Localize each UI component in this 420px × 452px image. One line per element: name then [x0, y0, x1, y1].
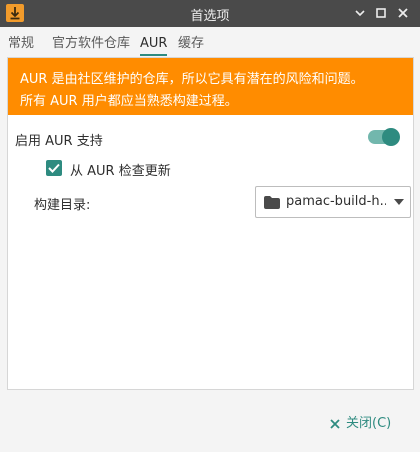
build-dir-value: pamac-build-h...: [286, 194, 386, 209]
aur-settings-panel: AUR 是由社区维护的仓库，所以它具有潜在的风险和问题。 所有 AUR 用户都应…: [7, 57, 414, 390]
check-updates-checkbox[interactable]: [46, 160, 62, 176]
build-dir-chooser[interactable]: pamac-build-h...: [255, 186, 411, 218]
close-button[interactable]: 关闭(C): [330, 414, 391, 434]
close-icon: [330, 419, 340, 429]
checkmark-icon: [48, 163, 60, 173]
tab-aur[interactable]: AUR: [140, 32, 168, 56]
warning-line-2: 所有 AUR 用户都应当熟悉构建过程。: [20, 94, 238, 109]
tab-official-repos[interactable]: 官方软件仓库: [52, 32, 130, 56]
title-bar[interactable]: 首选项: [0, 0, 420, 27]
aur-support-label: 启用 AUR 支持: [15, 134, 103, 149]
aur-support-toggle[interactable]: [368, 128, 400, 146]
warning-line-1: AUR 是由社区维护的仓库，所以它具有潜在的风险和问题。: [20, 72, 364, 87]
tab-general[interactable]: 常规: [8, 32, 34, 56]
tab-bar: 常规 官方软件仓库 AUR 缓存: [8, 32, 412, 56]
close-button-label: 关闭(C): [346, 416, 392, 431]
minimize-button[interactable]: [352, 5, 368, 21]
maximize-button[interactable]: [373, 5, 389, 21]
minimize-icon: [355, 10, 365, 17]
close-window-button[interactable]: [395, 5, 411, 21]
build-dir-label: 构建目录:: [34, 198, 91, 213]
toggle-knob: [382, 128, 400, 146]
tab-cache[interactable]: 缓存: [178, 32, 204, 56]
check-updates-label[interactable]: 从 AUR 检查更新: [70, 160, 171, 179]
folder-icon: [264, 196, 280, 209]
aur-warning-banner: AUR 是由社区维护的仓库，所以它具有潜在的风险和问题。 所有 AUR 用户都应…: [8, 58, 413, 115]
chevron-down-icon: [394, 199, 404, 205]
close-icon: [398, 8, 408, 18]
maximize-icon: [376, 8, 386, 18]
